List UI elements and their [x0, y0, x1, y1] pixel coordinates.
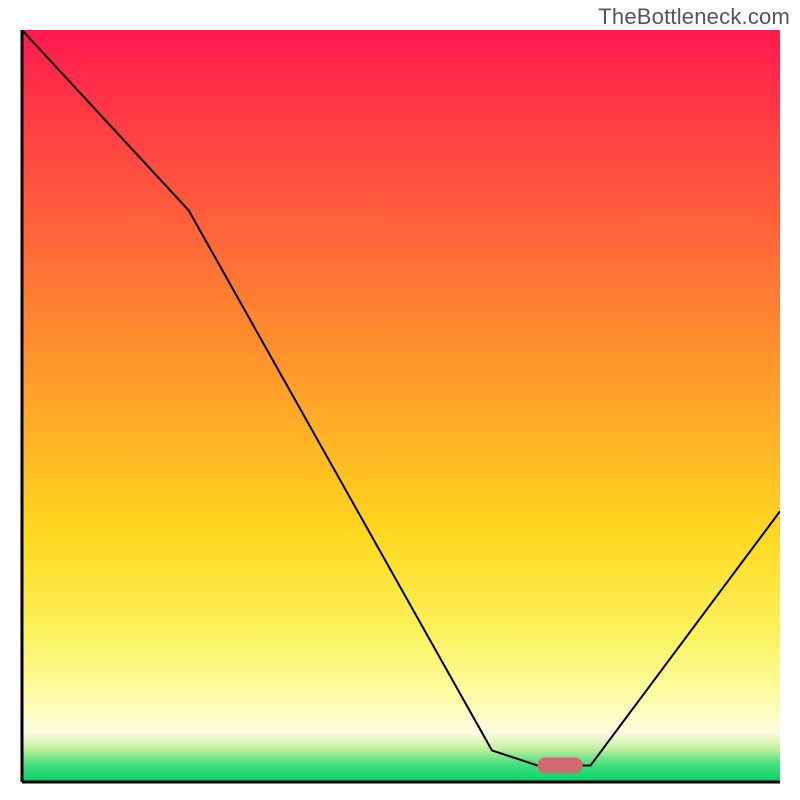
gradient-background: [22, 30, 780, 782]
bottleneck-chart: TheBottleneck.com: [0, 0, 800, 800]
chart-svg: [0, 0, 800, 800]
watermark-text: TheBottleneck.com: [598, 4, 790, 30]
optimal-zone-marker: [537, 757, 582, 773]
